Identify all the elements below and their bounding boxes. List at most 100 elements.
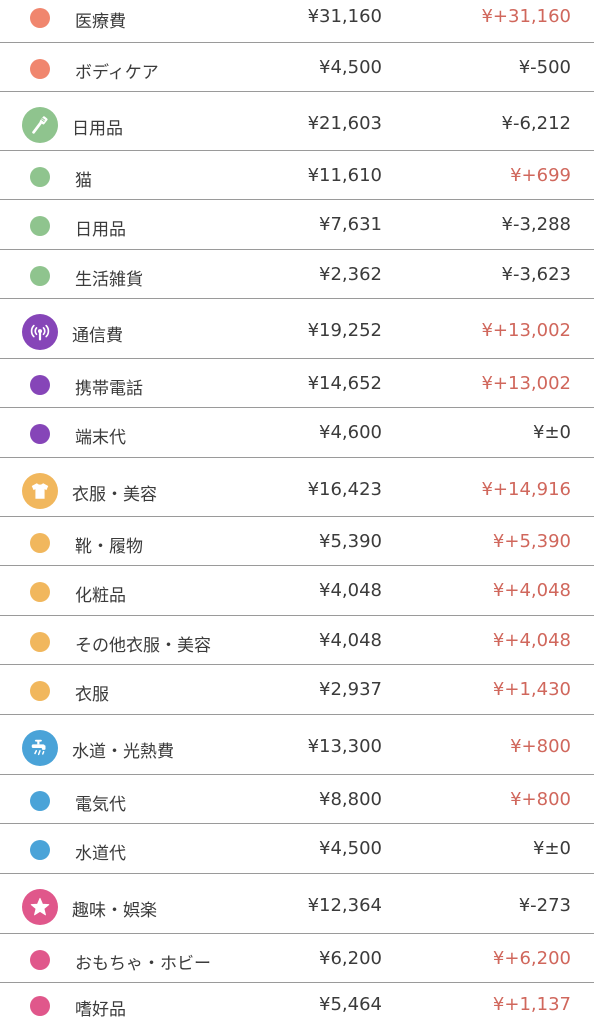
row-name: 趣味・娯楽 [72,901,157,921]
toothbrush-icon [22,106,58,143]
row-difference: ¥-6,212 [501,112,571,134]
row-name: その他衣服・美容 [75,635,211,656]
row-amount: ¥4,048 [319,629,382,651]
subcategory-row[interactable]: 水道代 ¥4,500 ¥±0 [0,824,594,874]
row-name: 嗜好品 [75,1000,126,1020]
category-color-dot [30,840,50,860]
subcategory-row[interactable]: 猫 ¥11,610 ¥+699 [0,151,594,200]
category-row[interactable]: 通信費 ¥19,252 ¥+13,002 [0,299,594,359]
row-name: 端末代 [75,428,126,448]
row-name: 携帯電話 [75,378,143,399]
budget-category-list: 医療費 ¥31,160 ¥+31,160 ボディケア ¥4,500 ¥-500 日用品 ¥21… [0,0,594,1024]
subcategory-row[interactable]: 嗜好品 ¥5,464 ¥+1,137 [0,983,594,1024]
row-amount: ¥13,300 [307,736,382,757]
row-name: 水道・光熱費 [72,742,174,762]
category-row[interactable]: 趣味・娯楽 ¥12,364 ¥-273 [0,874,594,934]
row-name: 靴・履物 [75,536,143,557]
row-name: 通信費 [72,326,123,346]
category-color-dot [30,58,50,79]
category-color-dot [30,424,50,444]
category-row[interactable]: 日用品 ¥21,603 ¥-6,212 [0,92,594,151]
row-difference: ¥+13,002 [481,372,571,394]
subcategory-row[interactable]: 携帯電話 ¥14,652 ¥+13,002 [0,359,594,408]
row-name: 衣服・美容 [72,484,157,505]
row-difference: ¥+699 [510,164,571,186]
row-difference: ¥-500 [518,56,571,78]
category-color-dot [30,790,50,811]
row-difference: ¥±0 [533,422,571,443]
row-difference: ¥+5,390 [492,530,571,552]
row-difference: ¥+4,048 [492,629,571,651]
row-amount: ¥5,390 [319,530,382,552]
row-name: 水道代 [75,844,126,864]
row-amount: ¥2,937 [319,679,382,700]
row-name: ボディケア [75,62,159,83]
row-name: 日用品 [75,220,126,240]
antenna-icon [22,314,58,350]
subcategory-row[interactable]: ボディケア ¥4,500 ¥-500 [0,43,594,92]
category-color-dot [30,532,50,553]
row-amount: ¥8,800 [319,788,382,810]
row-difference: ¥+13,002 [481,320,571,341]
row-difference: ¥-3,623 [501,263,571,285]
subcategory-row[interactable]: 端末代 ¥4,600 ¥±0 [0,408,594,458]
category-color-dot [30,216,50,236]
row-name: 電気代 [75,794,126,815]
category-color-dot [30,681,50,701]
category-row[interactable]: 水道・光熱費 ¥13,300 ¥+800 [0,715,594,775]
star-icon [22,889,58,925]
row-amount: ¥19,252 [307,320,382,341]
row-name: おもちゃ・ホビー [75,953,211,974]
subcategory-row[interactable]: おもちゃ・ホビー ¥6,200 ¥+6,200 [0,934,594,983]
row-name: 医療費 [75,12,126,32]
row-amount: ¥4,500 [319,56,382,78]
row-difference: ¥+1,430 [492,679,571,700]
row-name: 衣服 [75,685,109,705]
row-name: 猫 [75,170,92,191]
row-difference: ¥+14,916 [481,478,571,500]
row-difference: ¥+800 [510,736,571,757]
category-row[interactable]: 衣服・美容 ¥16,423 ¥+14,916 [0,458,594,517]
row-difference: ¥+4,048 [492,580,571,601]
row-difference: ¥+31,160 [481,6,571,27]
subcategory-row[interactable]: 化粧品 ¥4,048 ¥+4,048 [0,566,594,616]
row-amount: ¥14,652 [307,372,382,394]
row-amount: ¥11,610 [307,164,382,186]
subcategory-row[interactable]: その他衣服・美容 ¥4,048 ¥+4,048 [0,616,594,665]
row-amount: ¥4,600 [319,422,382,443]
row-amount: ¥4,048 [319,580,382,601]
row-difference: ¥+6,200 [492,947,571,969]
row-difference: ¥-3,288 [501,214,571,235]
row-difference: ¥+800 [510,788,571,810]
row-name: 化粧品 [75,586,126,606]
category-color-dot [30,631,50,652]
category-color-dot [30,949,50,970]
row-difference: ¥+1,137 [492,994,571,1015]
subcategory-row[interactable]: 医療費 ¥31,160 ¥+31,160 [0,0,594,43]
category-color-dot [30,265,50,286]
category-color-dot [30,582,50,602]
row-amount: ¥6,200 [319,947,382,969]
subcategory-row[interactable]: 生活雑貨 ¥2,362 ¥-3,623 [0,250,594,299]
category-color-dot [30,8,50,28]
row-amount: ¥2,362 [319,263,382,285]
row-amount: ¥12,364 [307,895,382,916]
subcategory-row[interactable]: 靴・履物 ¥5,390 ¥+5,390 [0,517,594,566]
row-amount: ¥21,603 [307,112,382,134]
category-color-dot [30,166,50,187]
row-difference: ¥-273 [518,895,571,916]
row-amount: ¥7,631 [319,214,382,235]
subcategory-row[interactable]: 電気代 ¥8,800 ¥+800 [0,775,594,824]
row-amount: ¥5,464 [319,994,382,1015]
row-amount: ¥31,160 [307,6,382,27]
row-name: 生活雑貨 [75,269,143,290]
faucet-icon [22,730,58,766]
tshirt-icon [22,472,58,509]
row-name: 日用品 [72,118,123,139]
category-color-dot [30,374,50,395]
category-color-dot [30,996,50,1016]
row-difference: ¥±0 [533,838,571,859]
subcategory-row[interactable]: 衣服 ¥2,937 ¥+1,430 [0,665,594,715]
subcategory-row[interactable]: 日用品 ¥7,631 ¥-3,288 [0,200,594,250]
row-amount: ¥4,500 [319,838,382,859]
